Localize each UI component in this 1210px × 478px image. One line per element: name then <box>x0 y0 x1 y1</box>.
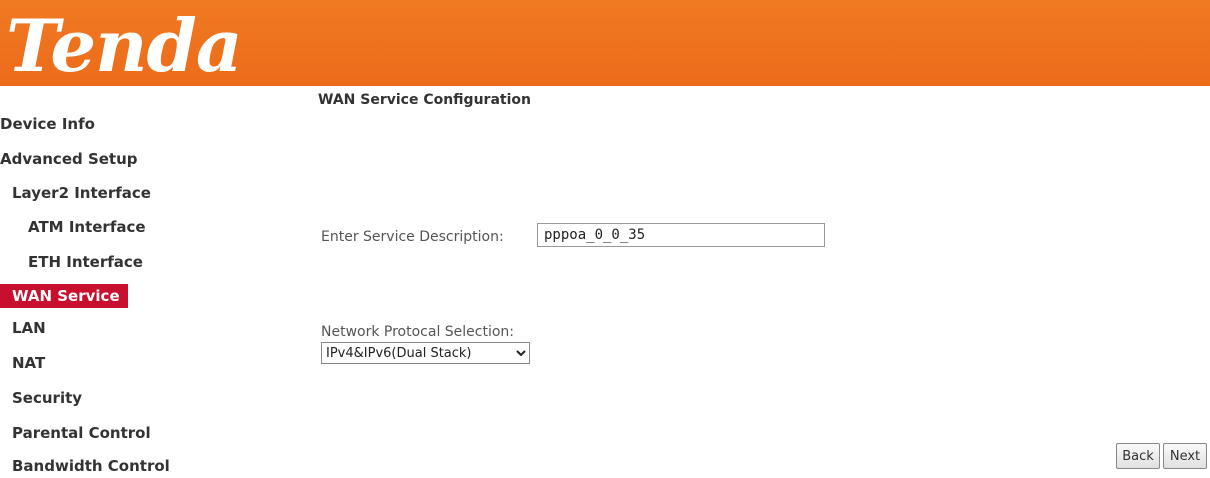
sidebar-item-lan[interactable]: LAN <box>12 316 46 340</box>
sidebar-item-bandwidth-control[interactable]: Bandwidth Control <box>12 454 170 478</box>
sidebar-nav: Device Info Advanced Setup Layer2 Interf… <box>0 86 300 475</box>
page-title: WAN Service Configuration <box>318 92 531 108</box>
sidebar-item-layer2-interface[interactable]: Layer2 Interface <box>12 181 151 205</box>
sidebar-item-eth-interface[interactable]: ETH Interface <box>28 250 143 274</box>
sidebar-item-atm-interface[interactable]: ATM Interface <box>28 215 146 239</box>
protocol-select[interactable]: IPv4&IPv6(Dual Stack) <box>321 342 530 364</box>
tenda-logo: Tenda <box>6 3 242 88</box>
protocol-selection-label: Network Protocal Selection: <box>321 324 515 340</box>
sidebar-item-device-info[interactable]: Device Info <box>0 112 95 136</box>
sidebar-item-security[interactable]: Security <box>12 386 82 410</box>
service-description-input[interactable] <box>537 223 825 247</box>
service-description-label: Enter Service Description: <box>321 229 504 245</box>
next-button[interactable]: Next <box>1163 443 1207 469</box>
header-bar: Tenda <box>0 0 1210 86</box>
back-button[interactable]: Back <box>1116 443 1160 469</box>
sidebar-item-nat[interactable]: NAT <box>12 351 45 375</box>
sidebar-item-parental-control[interactable]: Parental Control <box>12 421 151 445</box>
sidebar-item-advanced-setup[interactable]: Advanced Setup <box>0 147 138 171</box>
main-content: WAN Service Configuration Enter Service … <box>300 86 1210 475</box>
sidebar-item-wan-service[interactable]: WAN Service <box>0 284 128 308</box>
